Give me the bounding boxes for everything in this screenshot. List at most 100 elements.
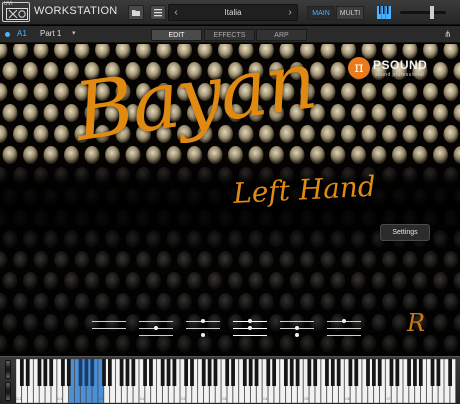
black-key[interactable] [201,359,206,386]
black-key[interactable] [160,359,165,386]
tab-arp[interactable]: ARP [256,29,307,41]
black-key[interactable] [295,359,300,386]
master-volume-handle[interactable] [430,6,434,19]
performance-wheels [3,359,15,403]
black-key[interactable] [330,359,335,386]
part-name[interactable]: Part 1 [40,29,61,38]
black-key[interactable] [377,359,382,386]
black-key[interactable] [49,359,54,386]
black-key[interactable] [395,359,400,386]
black-key[interactable] [61,359,65,386]
black-key[interactable] [289,359,294,386]
uvi-logo: UVI [2,1,30,22]
register-switch-row [90,314,380,342]
black-key[interactable] [190,359,194,386]
pi-logo-icon: π [348,57,370,79]
black-key[interactable] [90,359,95,386]
black-key[interactable] [413,359,417,386]
register-line [280,321,314,322]
top-toolbar: UVI WORKSTATION ‹ Italia › MAIN MULTI [0,0,460,25]
black-key[interactable] [102,359,106,386]
black-key[interactable] [131,359,136,386]
black-key[interactable] [325,359,329,386]
black-key[interactable] [272,359,277,386]
black-key[interactable] [266,359,271,386]
hamburger-menu-icon [154,9,162,17]
settings-button[interactable]: Settings [380,224,430,241]
modulation-wheel[interactable] [5,382,11,401]
black-key[interactable] [225,359,230,386]
previous-preset-arrow-icon[interactable]: ‹ [171,5,181,20]
black-key[interactable] [389,359,394,386]
register-switch-6[interactable] [325,314,363,342]
black-key[interactable] [418,359,423,386]
black-key[interactable] [366,359,370,386]
black-key[interactable] [19,359,24,386]
black-key[interactable] [125,359,130,386]
part-bar: A1 Part 1 ▾ EDIT EFFECTS ARP ⋔ [0,26,460,43]
register-line [139,321,173,322]
black-key[interactable] [213,359,218,386]
black-key[interactable] [37,359,42,386]
black-key[interactable] [231,359,235,386]
next-preset-arrow-icon[interactable]: › [285,5,295,20]
black-key[interactable] [254,359,259,386]
register-dot [295,333,299,337]
black-key[interactable] [407,359,411,386]
black-key[interactable] [348,359,353,386]
brand-tagline: sound professional [375,72,425,78]
black-key[interactable] [78,359,83,386]
black-key[interactable] [354,359,359,386]
browse-folder-button[interactable] [128,5,144,20]
black-key[interactable] [371,359,376,386]
multi-mode-button[interactable]: MULTI [336,6,364,20]
octave-label: C-1 [57,397,62,401]
black-key[interactable] [448,359,453,386]
black-key[interactable] [430,359,435,386]
black-key[interactable] [66,359,71,386]
black-key[interactable] [336,359,341,386]
black-key[interactable] [43,359,48,386]
preset-selector[interactable]: ‹ Italia › [168,4,298,21]
register-switch-5[interactable] [278,314,316,342]
slot-id[interactable]: A1 [17,29,27,38]
black-key[interactable] [242,359,247,386]
black-key[interactable] [313,359,318,386]
pitch-bend-wheel[interactable] [5,360,11,379]
black-key[interactable] [248,359,253,386]
main-menu-button[interactable] [150,5,166,20]
octave-label: C6 [345,397,349,401]
black-key[interactable] [143,359,147,386]
black-key[interactable] [149,359,153,386]
black-key[interactable] [172,359,177,386]
register-dot [295,326,299,330]
register-switch-2[interactable] [137,314,175,342]
keyboard-toggle-button[interactable] [376,5,392,20]
register-switch-1[interactable] [90,314,128,342]
black-key[interactable] [207,359,212,386]
octave-label: C1 [140,397,144,401]
main-mode-button[interactable]: MAIN [307,6,335,20]
register-switch-4[interactable] [231,314,269,342]
register-switch-3[interactable] [184,314,222,342]
virtual-keyboard[interactable]: C-2 C-1 C0 C1 C2 C3 C4 C5 C6 C7 [16,359,456,403]
part-dropdown-chevron-icon[interactable]: ▾ [72,29,76,37]
black-key[interactable] [184,359,189,386]
black-key[interactable] [436,359,441,386]
tab-edit[interactable]: EDIT [151,29,202,41]
black-key[interactable] [25,359,30,386]
preset-name[interactable]: Italia [183,5,283,20]
app-title: WORKSTATION [34,5,118,17]
keyboard-area: C-2 C-1 C0 C1 C2 C3 C4 C5 C6 C7 [0,356,460,404]
black-key[interactable] [283,359,288,386]
folder-icon [132,10,140,16]
black-key[interactable] [119,359,124,386]
black-key[interactable] [107,359,112,386]
black-key[interactable] [307,359,312,386]
black-key[interactable] [166,359,171,386]
master-volume-slider[interactable] [400,5,446,20]
tab-effects[interactable]: EFFECTS [204,29,255,41]
octave-label: C4 [263,397,267,401]
tuning-fork-icon[interactable]: ⋔ [444,29,454,40]
black-key[interactable] [84,359,89,386]
